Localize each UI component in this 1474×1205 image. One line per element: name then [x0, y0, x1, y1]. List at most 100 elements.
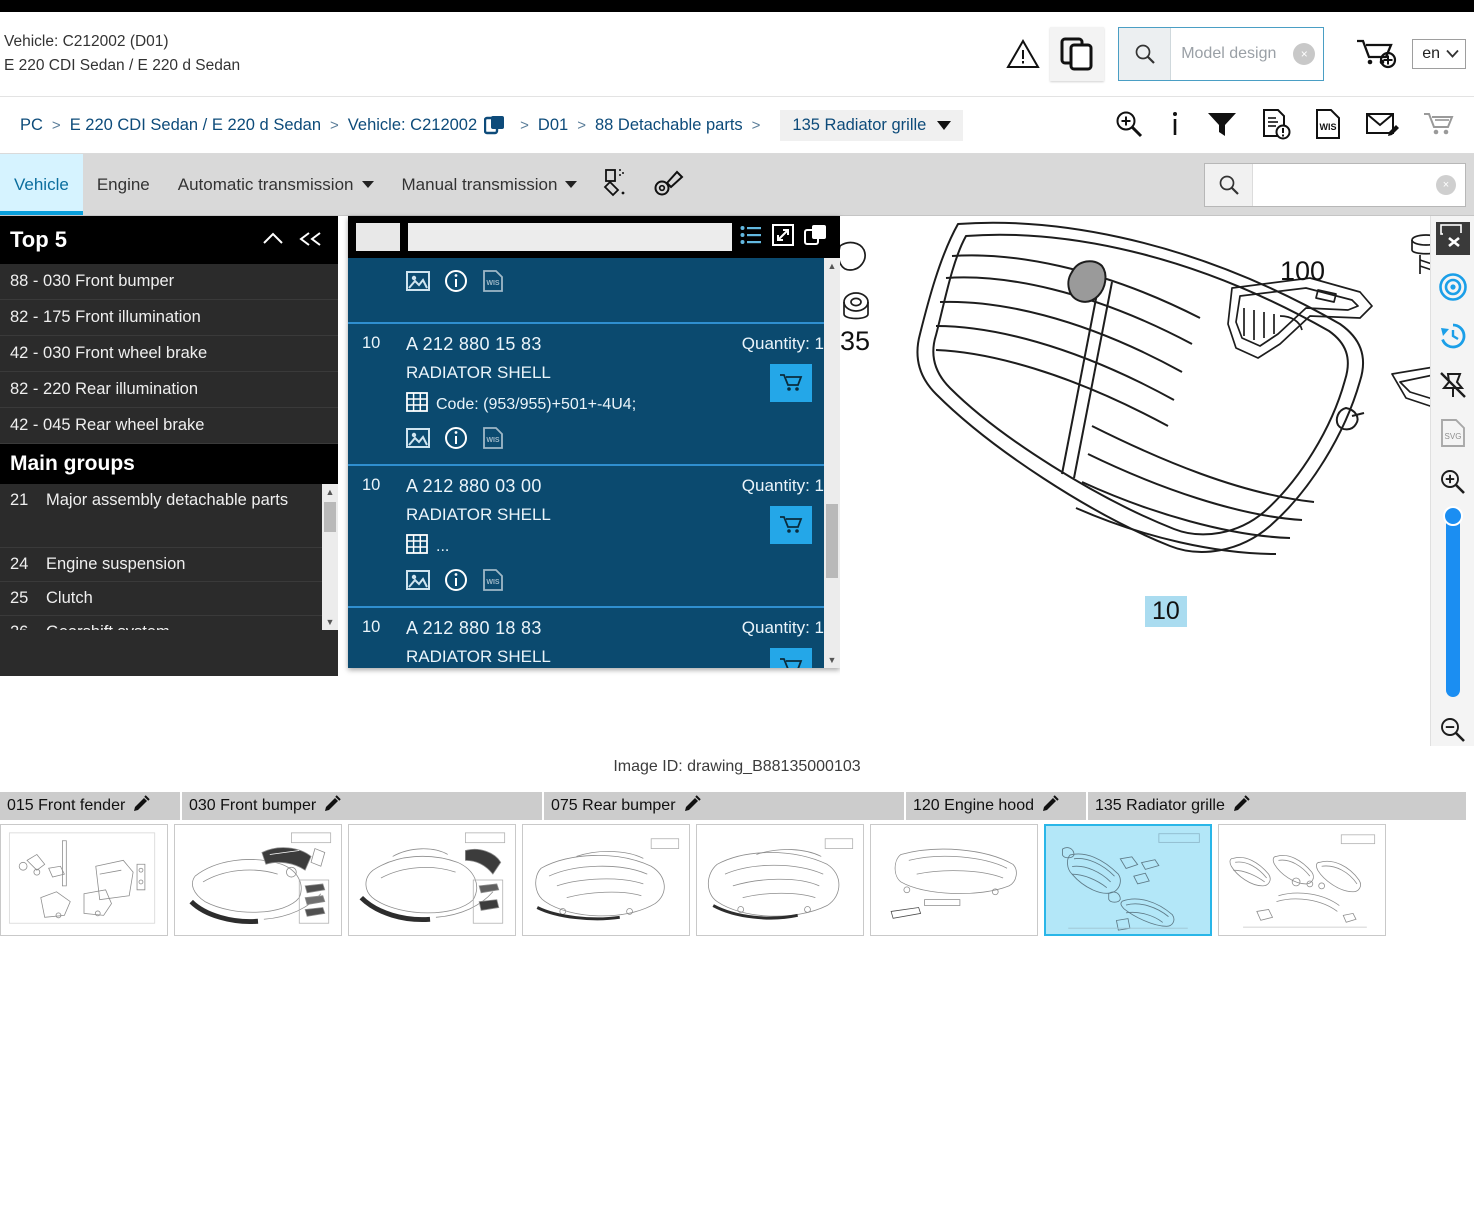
- parts-header-box[interactable]: [356, 223, 400, 251]
- wis-icon[interactable]: WIS: [482, 426, 504, 454]
- breadcrumb-item-detachable-parts[interactable]: 88 Detachable parts: [595, 116, 743, 135]
- parts-filter-input[interactable]: [408, 223, 732, 251]
- image-icon[interactable]: [406, 270, 430, 296]
- thumb-group-header-030[interactable]: 030 Front bumper: [182, 792, 544, 820]
- part-number[interactable]: A 212 880 03 00: [406, 476, 542, 497]
- add-to-cart-button[interactable]: [770, 364, 812, 402]
- breadcrumb-item-vehicle[interactable]: Vehicle: C212002: [348, 116, 477, 135]
- info-icon[interactable]: [1167, 109, 1183, 143]
- thumbnail-135-radiator-grille-selected[interactable]: [1044, 824, 1212, 936]
- tab-manual-transmission[interactable]: Manual transmission: [388, 154, 592, 215]
- thumbnail-075-rear-bumper-1[interactable]: [522, 824, 690, 936]
- part-number[interactable]: A 212 880 18 83: [406, 618, 542, 639]
- top5-item-4[interactable]: 42 - 045 Rear wheel brake: [0, 408, 338, 444]
- zoom-slider[interactable]: [1442, 506, 1463, 698]
- zoom-in-icon[interactable]: [1436, 466, 1470, 499]
- model-search-field[interactable]: Model design ×: [1171, 28, 1323, 80]
- zoom-slider-handle[interactable]: [1442, 506, 1463, 527]
- expand-icon[interactable]: [772, 224, 794, 250]
- cart-add-icon[interactable]: [1340, 37, 1412, 71]
- scrollbar-thumb[interactable]: [324, 502, 336, 532]
- thumb-group-header-135[interactable]: 135 Radiator grille: [1088, 792, 1468, 820]
- model-search-clear-button[interactable]: ×: [1293, 43, 1316, 65]
- parts-search-input[interactable]: ×: [1253, 164, 1465, 206]
- thumbnail-075-rear-bumper-2[interactable]: [696, 824, 864, 936]
- main-group-item-26[interactable]: 26 Gearshift system: [0, 616, 338, 630]
- thumbnail-135-radiator-grille-2[interactable]: [1218, 824, 1386, 936]
- scroll-down-arrow-icon[interactable]: ▼: [824, 652, 840, 668]
- top5-item-0[interactable]: 88 - 030 Front bumper: [0, 264, 338, 300]
- part-row[interactable]: 10 A 212 880 15 83 RADIATOR SHELL Code: …: [348, 324, 840, 466]
- top5-item-2[interactable]: 42 - 030 Front wheel brake: [0, 336, 338, 372]
- tab-automatic-transmission[interactable]: Automatic transmission: [164, 154, 388, 215]
- edit-pencil-icon[interactable]: [133, 795, 151, 817]
- parts-list-body[interactable]: WIS 10 A 212 880 15 83 RADIATOR SHELL Co…: [348, 258, 840, 668]
- history-reset-icon[interactable]: [1436, 319, 1470, 352]
- parts-search-clear-button[interactable]: ×: [1436, 174, 1456, 195]
- warning-triangle-icon[interactable]: [996, 39, 1050, 69]
- paint-spray-icon[interactable]: [601, 166, 635, 204]
- cart-icon[interactable]: [1422, 110, 1456, 142]
- tab-engine[interactable]: Engine: [83, 154, 164, 215]
- table-grid-icon[interactable]: [406, 534, 428, 559]
- chevron-up-icon[interactable]: [262, 227, 284, 253]
- scrollbar-thumb[interactable]: [826, 504, 838, 578]
- document-alert-icon[interactable]: [1261, 108, 1291, 144]
- table-grid-icon[interactable]: [406, 392, 428, 417]
- info-icon[interactable]: [444, 269, 468, 297]
- tool-wrench-icon[interactable]: [651, 166, 685, 204]
- callout-35[interactable]: 35: [840, 326, 870, 357]
- main-group-item-24[interactable]: 24 Engine suspension: [0, 548, 338, 582]
- top5-item-3[interactable]: 82 - 220 Rear illumination: [0, 372, 338, 408]
- thumbnail-030-front-bumper-2[interactable]: [348, 824, 516, 936]
- wis-icon[interactable]: WIS: [482, 568, 504, 596]
- part-number[interactable]: A 212 880 15 83: [406, 334, 542, 355]
- callout-100[interactable]: 100: [1280, 256, 1325, 287]
- model-search-box[interactable]: Model design ×: [1118, 27, 1325, 81]
- image-icon[interactable]: [406, 569, 430, 595]
- copy-documents-icon[interactable]: [1050, 27, 1105, 81]
- main-groups-scrollbar[interactable]: ▲ ▼: [322, 484, 338, 630]
- target-focus-icon[interactable]: [1436, 271, 1470, 304]
- edit-pencil-icon[interactable]: [1042, 795, 1059, 817]
- add-to-cart-button[interactable]: [770, 506, 812, 544]
- part-row[interactable]: 10 A 212 880 03 00 RADIATOR SHELL ... WI…: [348, 466, 840, 608]
- zoom-in-icon[interactable]: [1114, 109, 1144, 143]
- info-icon[interactable]: [444, 568, 468, 596]
- edit-pencil-icon[interactable]: [684, 795, 701, 817]
- part-row[interactable]: WIS: [348, 258, 840, 324]
- tab-vehicle[interactable]: Vehicle: [0, 154, 83, 215]
- top5-item-1[interactable]: 82 - 175 Front illumination: [0, 300, 338, 336]
- wis-document-icon[interactable]: WIS: [1314, 108, 1342, 144]
- drawing-canvas[interactable]: 100 35 10 SVG: [840, 216, 1474, 746]
- zoom-out-icon[interactable]: [1436, 713, 1470, 746]
- callout-10-selected[interactable]: 10: [1145, 596, 1187, 627]
- svg-export-icon[interactable]: SVG: [1436, 417, 1470, 450]
- scroll-up-arrow-icon[interactable]: ▲: [322, 484, 338, 500]
- part-row[interactable]: 10 A 212 880 18 83 RADIATOR SHELL Quanti…: [348, 608, 840, 668]
- main-group-item-21[interactable]: 21 Major assembly detachable parts: [0, 484, 338, 548]
- thumbnail-030-front-bumper-1[interactable]: [174, 824, 342, 936]
- thumb-group-header-120[interactable]: 120 Engine hood: [906, 792, 1088, 820]
- close-panel-icon[interactable]: [1435, 222, 1470, 255]
- breadcrumb-item-model[interactable]: E 220 CDI Sedan / E 220 d Sedan: [70, 116, 321, 135]
- main-group-item-25[interactable]: 25 Clutch: [0, 582, 338, 616]
- breadcrumb-item-d01[interactable]: D01: [538, 116, 568, 135]
- list-view-icon[interactable]: [740, 225, 762, 249]
- scroll-up-arrow-icon[interactable]: ▲: [824, 258, 840, 274]
- unpin-icon[interactable]: [1436, 368, 1470, 401]
- add-to-cart-button[interactable]: [770, 648, 812, 668]
- double-chevron-left-icon[interactable]: [298, 227, 324, 253]
- copy-vehicle-icon[interactable]: [484, 115, 506, 135]
- thumbnail-120-engine-hood[interactable]: [870, 824, 1038, 936]
- scroll-down-arrow-icon[interactable]: ▼: [322, 614, 338, 630]
- image-icon[interactable]: [406, 427, 430, 453]
- mail-edit-icon[interactable]: [1365, 110, 1399, 142]
- breadcrumb-item-pc[interactable]: PC: [20, 116, 43, 135]
- info-icon[interactable]: [444, 426, 468, 454]
- edit-pencil-icon[interactable]: [324, 795, 341, 817]
- thumb-group-header-075[interactable]: 075 Rear bumper: [544, 792, 906, 820]
- parts-search-box[interactable]: ×: [1204, 162, 1466, 207]
- thumb-group-header-015[interactable]: 015 Front fender: [0, 792, 182, 820]
- wis-icon[interactable]: WIS: [482, 269, 504, 297]
